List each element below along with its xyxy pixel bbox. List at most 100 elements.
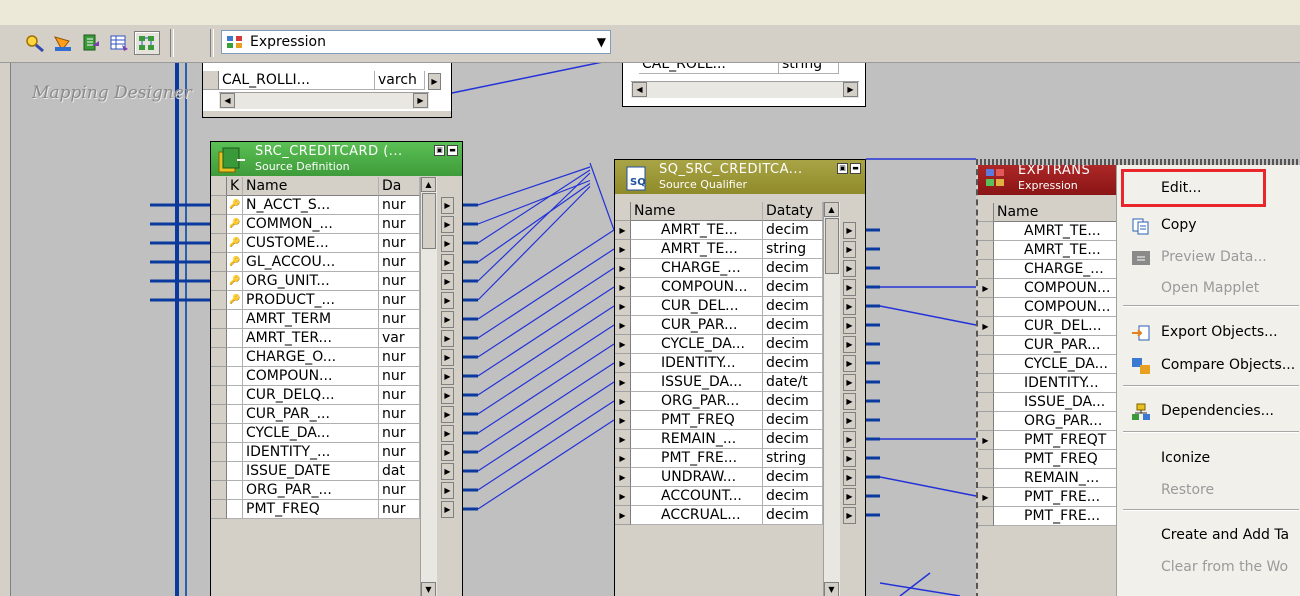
input-port-arrow-icon[interactable]: ▶: [615, 354, 631, 373]
scroll-up-icon[interactable]: ▲: [824, 202, 839, 217]
output-port-arrow-icon[interactable]: ▶: [441, 254, 454, 271]
minimize-icon[interactable]: ▬: [850, 163, 861, 174]
qualifier-port-row[interactable]: ▶ ORG_PAR... decim: [615, 392, 823, 411]
output-port-arrow-icon[interactable]: ▶: [441, 463, 454, 480]
scroll-up-icon[interactable]: ▲: [421, 177, 436, 192]
input-port-arrow-icon[interactable]: ▶: [978, 488, 994, 507]
output-port-arrow-icon[interactable]: ▶: [843, 412, 856, 429]
partial-source-table[interactable]: CAL_ROLLI... varch ▶ ◀ ▶: [202, 63, 452, 118]
transformation-type-select[interactable]: Expression ▼: [221, 30, 611, 54]
qualifier-port-row[interactable]: ▶ PMT_FREQ decim: [615, 411, 823, 430]
output-port-arrow-icon[interactable]: ▶: [441, 349, 454, 366]
output-port-arrow-icon[interactable]: ▶: [843, 469, 856, 486]
qualifier-port-row[interactable]: ▶ CHARGE_... decim: [615, 259, 823, 278]
output-port-arrow-icon[interactable]: ▶: [441, 425, 454, 442]
source-port-row[interactable]: ISSUE_DATE dat: [211, 462, 420, 481]
restore-icon[interactable]: ▣: [434, 145, 445, 156]
output-port-arrow-icon[interactable]: ▶: [843, 431, 856, 448]
output-port-arrow-icon[interactable]: ▶: [843, 393, 856, 410]
output-port-arrow-icon[interactable]: ▶: [843, 298, 856, 315]
qualifier-port-row[interactable]: ▶ COMPOUN... decim: [615, 278, 823, 297]
source-port-row[interactable]: COMPOUN... nur: [211, 367, 420, 386]
scroll-left-icon[interactable]: ◀: [220, 93, 235, 108]
expression-port-row[interactable]: COMPOUN...: [978, 298, 1118, 317]
output-port-arrow-icon[interactable]: ▶: [843, 241, 856, 258]
input-port-arrow-icon[interactable]: ▶: [978, 431, 994, 450]
partial-qualifier-table[interactable]: CAL_ROLL... string ◀ ▶: [622, 63, 866, 107]
expression-port-row[interactable]: AMRT_TE...: [978, 241, 1118, 260]
find-icon[interactable]: [22, 31, 48, 55]
source-port-row[interactable]: 🔑 CUSTOME... nur: [211, 234, 420, 253]
qualifier-port-row[interactable]: ▶ CYCLE_DA... decim: [615, 335, 823, 354]
output-port-arrow-icon[interactable]: ▶: [843, 355, 856, 372]
source-port-row[interactable]: CYCLE_DA... nur: [211, 424, 420, 443]
expression-port-row[interactable]: ▶ PMT_FREQT: [978, 431, 1118, 450]
input-port-arrow-icon[interactable]: ▶: [615, 240, 631, 259]
menu-item-compare-objects[interactable]: Compare Objects...: [1117, 350, 1300, 380]
input-port-arrow-icon[interactable]: ▶: [978, 279, 994, 298]
output-port-arrow-icon[interactable]: ▶: [441, 444, 454, 461]
output-port-arrow-icon[interactable]: ▶: [843, 279, 856, 296]
horizontal-scrollbar[interactable]: ◀ ▶: [219, 92, 429, 109]
scroll-thumb[interactable]: [825, 218, 839, 274]
input-port-arrow-icon[interactable]: ▶: [615, 221, 631, 240]
input-port-arrow-icon[interactable]: ▶: [615, 468, 631, 487]
scroll-left-icon[interactable]: ◀: [632, 82, 647, 97]
output-port-arrow-icon[interactable]: ▶: [843, 317, 856, 334]
chevron-down-icon[interactable]: ▼: [597, 35, 606, 49]
input-port-arrow-icon[interactable]: ▶: [615, 430, 631, 449]
expression-port-row[interactable]: CYCLE_DA...: [978, 355, 1118, 374]
source-port-row[interactable]: 🔑 PRODUCT_... nur: [211, 291, 420, 310]
input-port-arrow-icon[interactable]: ▶: [615, 373, 631, 392]
expression-port-row[interactable]: ORG_PAR...: [978, 412, 1118, 431]
scroll-down-icon[interactable]: ▼: [421, 582, 436, 596]
input-port-arrow-icon[interactable]: ▶: [615, 278, 631, 297]
table-icon[interactable]: [106, 31, 132, 55]
output-port-arrow-icon[interactable]: ▶: [441, 501, 454, 518]
menu-item-copy[interactable]: Copy: [1117, 210, 1300, 240]
expression-titlebar[interactable]: EXPTRANS Expression: [978, 161, 1118, 195]
expression-port-row[interactable]: PMT_FRE...: [978, 507, 1118, 526]
expression-port-row[interactable]: CHARGE_...: [978, 260, 1118, 279]
expression-port-row[interactable]: ISSUE_DA...: [978, 393, 1118, 412]
source-definition-titlebar[interactable]: SRC_CREDITCARD (... Source Definition ▣ ▬: [211, 142, 462, 176]
input-port-arrow-icon[interactable]: ▶: [615, 506, 631, 525]
qualifier-port-row[interactable]: ▶ REMAIN_... decim: [615, 430, 823, 449]
source-port-row[interactable]: ORG_PAR_... nur: [211, 481, 420, 500]
qualifier-port-row[interactable]: ▶ ACCOUNT... decim: [615, 487, 823, 506]
horizontal-scrollbar[interactable]: ◀ ▶: [631, 81, 859, 98]
edit-icon[interactable]: [78, 31, 104, 55]
source-port-row[interactable]: CUR_DELQ... nur: [211, 386, 420, 405]
expression-port-row[interactable]: AMRT_TE...: [978, 222, 1118, 241]
scroll-down-icon[interactable]: ▼: [824, 582, 839, 596]
input-port-arrow-icon[interactable]: ▶: [615, 392, 631, 411]
source-port-row[interactable]: CUR_PAR_... nur: [211, 405, 420, 424]
qualifier-port-row[interactable]: ▶ CUR_DEL... decim: [615, 297, 823, 316]
expression-port-row[interactable]: CUR_PAR...: [978, 336, 1118, 355]
port-arrow-icon[interactable]: ▶: [428, 73, 441, 90]
output-port-arrow-icon[interactable]: ▶: [843, 507, 856, 524]
scroll-right-icon[interactable]: ▶: [843, 82, 858, 97]
scroll-right-icon[interactable]: ▶: [413, 93, 428, 108]
expression-transformation-object[interactable]: EXPTRANS Expression Name AMRT_TE... AMRT_T…: [976, 159, 1120, 596]
expression-port-row[interactable]: ▶ PMT_FRE...: [978, 488, 1118, 507]
output-port-arrow-icon[interactable]: ▶: [441, 292, 454, 309]
input-port-arrow-icon[interactable]: ▶: [615, 449, 631, 468]
output-port-arrow-icon[interactable]: ▶: [843, 260, 856, 277]
source-port-row[interactable]: 🔑 ORG_UNIT... nur: [211, 272, 420, 291]
minimize-icon[interactable]: ▬: [447, 145, 458, 156]
qualifier-port-row[interactable]: ▶ IDENTITY... decim: [615, 354, 823, 373]
qualifier-port-row[interactable]: ▶ CUR_PAR... decim: [615, 316, 823, 335]
output-port-arrow-icon[interactable]: ▶: [441, 387, 454, 404]
qualifier-port-row[interactable]: ▶ AMRT_TE... string: [615, 240, 823, 259]
menu-item-create-and-add-ta[interactable]: Create and Add Ta: [1117, 520, 1300, 550]
output-port-arrow-icon[interactable]: ▶: [843, 336, 856, 353]
expression-port-row[interactable]: PMT_FREQ: [978, 450, 1118, 469]
input-port-arrow-icon[interactable]: ▶: [615, 411, 631, 430]
qualifier-port-row[interactable]: ▶ ISSUE_DA... date/t: [615, 373, 823, 392]
qualifier-port-row[interactable]: ▶ AMRT_TE... decim: [615, 221, 823, 240]
menu-item-dependencies[interactable]: Dependencies...: [1117, 396, 1300, 426]
qualifier-port-row[interactable]: ▶ PMT_FRE... string: [615, 449, 823, 468]
input-port-arrow-icon[interactable]: ▶: [615, 316, 631, 335]
output-port-arrow-icon[interactable]: ▶: [843, 374, 856, 391]
